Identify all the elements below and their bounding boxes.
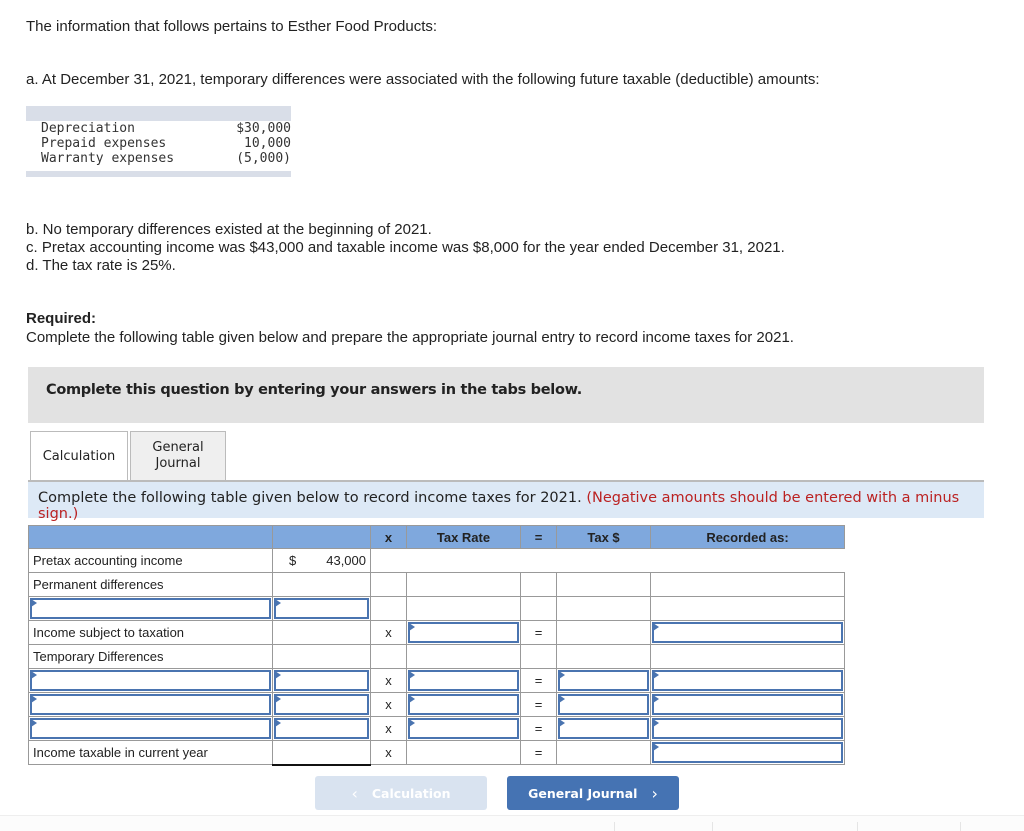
- temp-diff-label-input[interactable]: [30, 718, 271, 739]
- tax-dollars-input[interactable]: [558, 718, 649, 739]
- temp-diff-row: Warranty expenses (5,000): [41, 151, 291, 166]
- footer-bar: [0, 816, 1024, 831]
- tax-dollars-input[interactable]: [558, 670, 649, 691]
- temp-diff-row: Depreciation $30,000: [41, 121, 291, 136]
- temp-diff-amount-input[interactable]: [274, 670, 369, 691]
- temp-diff-amount-input[interactable]: [274, 718, 369, 739]
- header-tax-dollars: Tax $: [556, 525, 651, 549]
- table-row-temp-input: x =: [28, 716, 845, 741]
- required-text: Complete the following table given below…: [26, 329, 794, 346]
- income-tax-table: x Tax Rate = Tax $ Recorded as: Pretax a…: [28, 525, 845, 766]
- table-row-income-taxable: Income taxable in current year x =: [28, 740, 845, 766]
- table-header-row: x Tax Rate = Tax $ Recorded as:: [28, 525, 845, 549]
- table-row-income-subject: Income subject to taxation x =: [28, 620, 845, 645]
- temp-diff-amount-input[interactable]: [274, 694, 369, 715]
- intro-text: The information that follows pertains to…: [26, 18, 438, 35]
- chevron-left-icon: ‹: [351, 783, 358, 803]
- tab-general-journal[interactable]: General Journal: [130, 431, 226, 481]
- temp-diff-label-input[interactable]: [30, 694, 271, 715]
- fact-c: c. Pretax accounting income was $43,000 …: [26, 239, 785, 256]
- fact-d: d. The tax rate is 25%.: [26, 257, 176, 274]
- table-row-pretax: Pretax accounting income $43,000: [28, 548, 845, 573]
- temp-diff-label-input[interactable]: [30, 670, 271, 691]
- recorded-as-input[interactable]: [652, 742, 843, 763]
- tax-rate-input[interactable]: [408, 718, 519, 739]
- tax-dollars-input[interactable]: [558, 694, 649, 715]
- table-row-temp-input: x =: [28, 692, 845, 717]
- permanent-diff-label-input[interactable]: [30, 598, 271, 619]
- chevron-right-icon: ›: [651, 783, 658, 803]
- table-instruction: Complete the following table given below…: [28, 482, 984, 522]
- header-equals: =: [520, 525, 557, 549]
- header-recorded-as: Recorded as:: [650, 525, 845, 549]
- recorded-as-input[interactable]: [652, 694, 843, 715]
- recorded-as-input[interactable]: [652, 622, 843, 643]
- tax-rate-input[interactable]: [408, 694, 519, 715]
- table-row-temp-input: x =: [28, 668, 845, 693]
- table-row-permanent-input: [28, 596, 845, 621]
- temporary-differences-table: Depreciation $30,000 Prepaid expenses 10,…: [26, 106, 291, 177]
- item-a-text: a. At December 31, 2021, temporary diffe…: [26, 71, 820, 88]
- required-heading: Required:: [26, 310, 97, 327]
- tab-calculation[interactable]: Calculation: [30, 431, 128, 482]
- recorded-as-input[interactable]: [652, 718, 843, 739]
- table-row-permanent: Permanent differences: [28, 572, 845, 597]
- header-times: x: [370, 525, 407, 549]
- prev-calculation-button: ‹ Calculation: [315, 776, 487, 810]
- instructions-banner: Complete this question by entering your …: [28, 367, 984, 423]
- tax-rate-input[interactable]: [408, 670, 519, 691]
- fact-b: b. No temporary differences existed at t…: [26, 221, 432, 238]
- table-row-temporary: Temporary Differences: [28, 644, 845, 669]
- permanent-diff-amount-input[interactable]: [274, 598, 369, 619]
- recorded-as-input[interactable]: [652, 670, 843, 691]
- header-tax-rate: Tax Rate: [406, 525, 521, 549]
- tax-rate-input[interactable]: [408, 622, 519, 643]
- temp-diff-row: Prepaid expenses 10,000: [41, 136, 291, 151]
- pretax-amount-cell: $43,000: [272, 548, 371, 573]
- facts-list: b. No temporary differences existed at t…: [26, 221, 785, 275]
- next-general-journal-button[interactable]: General Journal ›: [507, 776, 679, 810]
